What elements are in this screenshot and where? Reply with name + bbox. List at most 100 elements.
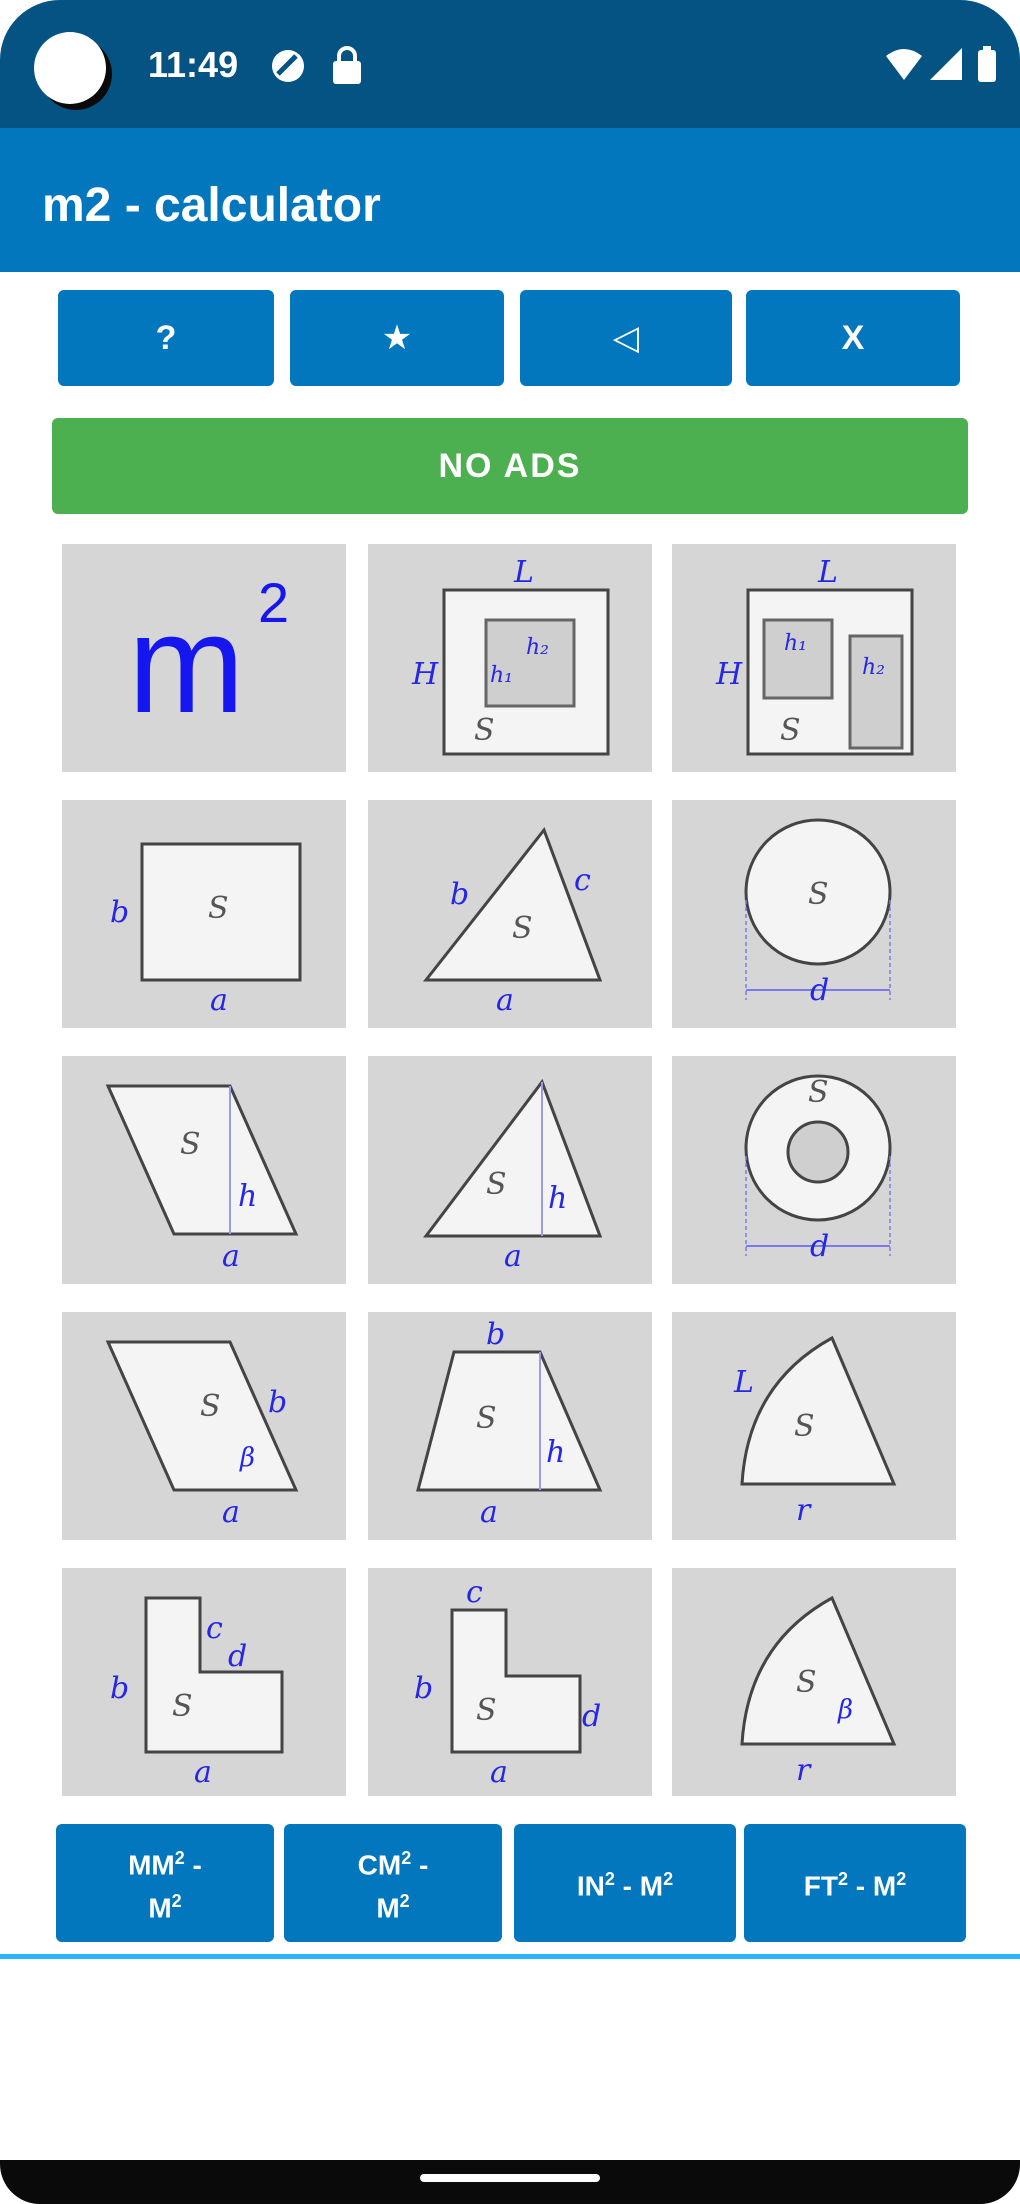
tile-circle[interactable]: d S (672, 800, 956, 1028)
label-a: a (222, 1495, 240, 1530)
data-saver-icon (268, 46, 308, 91)
close-icon: X (841, 318, 865, 357)
convert-ft2-m2-label: FT2 - M2 (804, 1861, 906, 1904)
ring-icon: d S (744, 1074, 892, 1264)
battery-icon (976, 46, 998, 89)
label-h: h (548, 1181, 567, 1216)
tile-ring[interactable]: d S (672, 1056, 956, 1284)
unit-to: M (376, 1892, 400, 1924)
parallelogram-height-icon: h a S (105, 1084, 299, 1274)
app-title: m2 - calculator (42, 179, 381, 232)
label-S: S (476, 1401, 497, 1436)
no-ads-label: NO ADS (438, 446, 582, 485)
unit-from-exp: 2 (401, 1847, 412, 1868)
tile-trapezoid[interactable]: b h a S (368, 1312, 652, 1540)
sector-arc-icon: L r S (733, 1335, 897, 1528)
label-r: r (796, 1493, 812, 1528)
label-L: L (513, 555, 534, 590)
label-b: b (268, 1385, 287, 1420)
dash: - (614, 1870, 640, 1902)
label-a: a (210, 983, 228, 1018)
close-button[interactable]: X (746, 290, 960, 386)
help-button[interactable]: ? (58, 290, 274, 386)
rectangle-icon: b a S (110, 842, 302, 1018)
unit-to: M (148, 1892, 172, 1924)
label-d: d (810, 973, 829, 1008)
tile-l-shape-1[interactable]: b c d a S (62, 1568, 346, 1796)
label-c: c (466, 1575, 483, 1610)
star-icon: ★ (381, 319, 413, 357)
label-beta: β (239, 1443, 255, 1473)
convert-cm2-m2-button[interactable]: CM2 - M2 (284, 1824, 502, 1942)
label-S: S (486, 1167, 507, 1202)
label-h1: h₁ (784, 631, 807, 656)
rect-with-two-holes-icon: L H h₁ h₂ S (715, 555, 914, 756)
label-S: S (794, 1409, 815, 1444)
unit-from: IN (576, 1870, 605, 1902)
label-a: a (496, 983, 514, 1018)
tile-parallelogram-height[interactable]: h a S (62, 1056, 346, 1284)
share-button[interactable]: ◁ (520, 290, 732, 386)
tile-m2[interactable]: m 2 (62, 544, 346, 772)
home-handle[interactable] (420, 2174, 600, 2182)
lock-icon (330, 46, 364, 91)
tile-triangle-sides[interactable]: b c a S (368, 800, 652, 1028)
label-S: S (172, 1689, 193, 1724)
triangle-height-icon: h a S (422, 1078, 603, 1274)
label-d: d (582, 1699, 601, 1734)
label-S: S (474, 713, 495, 748)
label-b: b (110, 1671, 129, 1706)
label-S: S (208, 891, 229, 926)
label-S: S (200, 1389, 221, 1424)
label-d: d (810, 1229, 829, 1264)
label-b: b (450, 877, 469, 912)
tile-sector-angle[interactable]: r β S (672, 1568, 956, 1796)
share-icon: ◁ (612, 319, 640, 357)
label-L: L (733, 1365, 754, 1400)
convert-ft2-m2-button[interactable]: FT2 - M2 (744, 1824, 966, 1942)
label-S: S (796, 1665, 817, 1700)
tile-parallelogram-angle[interactable]: b β a S (62, 1312, 346, 1540)
unit-from: CM (357, 1849, 402, 1880)
label-S: S (512, 911, 533, 946)
l-shape-icon: b c d a S (110, 1596, 284, 1790)
label-h1: h₁ (490, 663, 513, 688)
convert-cm2-m2-label: CM2 - M2 (358, 1840, 429, 1927)
tile-area-with-hole[interactable]: L H h₂ h₁ S (368, 544, 652, 772)
unit-to-exp: 2 (896, 1869, 907, 1890)
convert-mm2-m2-button[interactable]: MM2 - M2 (56, 1824, 274, 1942)
tile-triangle-height[interactable]: h a S (368, 1056, 652, 1284)
label-c: c (206, 1611, 223, 1646)
label-S: S (808, 1075, 829, 1110)
signal-icon (928, 46, 964, 87)
wifi-icon (884, 46, 924, 87)
convert-mm2-m2-label: MM2 - M2 (128, 1840, 202, 1927)
no-ads-button[interactable]: NO ADS (52, 418, 968, 514)
label-c: c (574, 863, 591, 898)
tile-sector-arc[interactable]: L r S (672, 1312, 956, 1540)
circle-icon: d S (744, 818, 892, 1008)
label-S: S (476, 1693, 497, 1728)
convert-in2-m2-button[interactable]: IN2 - M2 (514, 1824, 736, 1942)
label-d: d (228, 1639, 247, 1674)
tile-rectangle[interactable]: b a S (62, 800, 346, 1028)
m2-icon: m 2 (128, 571, 289, 742)
sector-angle-icon: r β S (740, 1595, 897, 1788)
label-a: a (490, 1755, 508, 1790)
tile-l-shape-2[interactable]: c b d a S (368, 1568, 652, 1796)
dash: - (184, 1849, 202, 1880)
dash: - (411, 1849, 429, 1880)
unit-to-exp: 2 (171, 1891, 182, 1911)
label-b: b (110, 895, 129, 930)
tile-area-with-two-holes[interactable]: L H h₁ h₂ S (672, 544, 956, 772)
rate-button[interactable]: ★ (290, 290, 504, 386)
label-a: a (222, 1239, 240, 1274)
unit-from: MM (128, 1849, 175, 1880)
unit-from-exp: 2 (174, 1847, 185, 1868)
label-h: h (238, 1179, 257, 1214)
label-S: S (808, 877, 829, 912)
label-S: S (180, 1127, 201, 1162)
label-b: b (486, 1317, 505, 1352)
parallelogram-angle-icon: b β a S (105, 1340, 299, 1530)
triangle-sides-icon: b c a S (422, 826, 603, 1018)
